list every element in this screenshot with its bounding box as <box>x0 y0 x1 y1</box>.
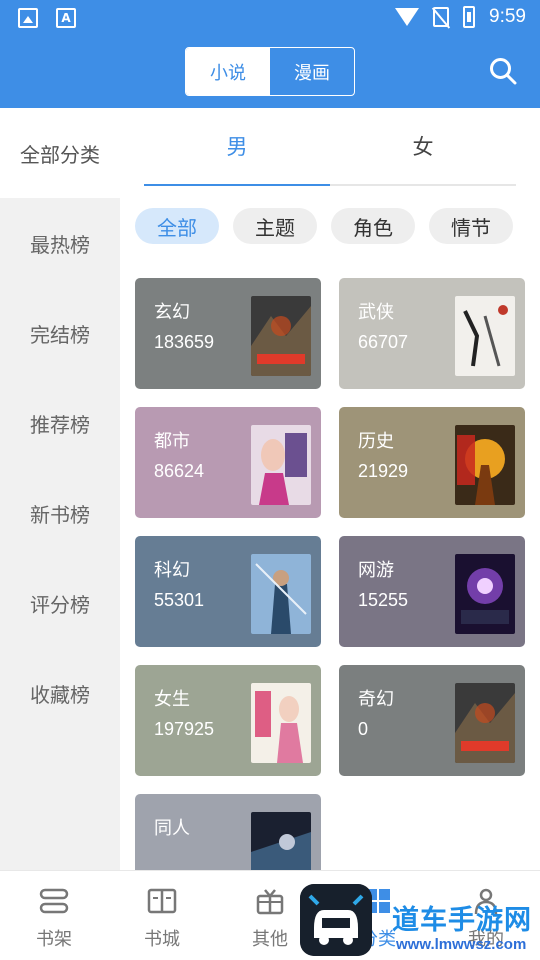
segment-novel[interactable]: 小说 <box>186 48 270 95</box>
category-count: 0 <box>358 719 369 739</box>
category-card-wuxia[interactable]: 武侠 66707 <box>339 278 525 389</box>
book-cover-image <box>455 296 515 376</box>
book-icon <box>147 888 177 914</box>
category-card-xuanhuan[interactable]: 玄幻 183659 <box>135 278 321 389</box>
chip-theme[interactable]: 主题 <box>233 208 317 244</box>
category-name: 网游 <box>358 560 394 581</box>
category-name: 奇幻 <box>358 689 394 710</box>
category-name: 同人 <box>154 818 190 839</box>
category-name: 女生 <box>154 689 190 710</box>
status-time: 9:59 <box>489 6 526 27</box>
sidebar-item-recommended[interactable]: 推荐榜 <box>0 378 120 468</box>
no-sim-icon <box>433 7 450 27</box>
battery-charging-icon <box>463 6 476 28</box>
nav-bookshelf[interactable]: 书架 <box>0 871 108 960</box>
category-count: 55301 <box>154 590 205 610</box>
category-count: 183659 <box>154 332 215 352</box>
sidebar-item-favorites[interactable]: 收藏榜 <box>0 648 120 738</box>
top-app-bar: A 9:59 小说 漫画 <box>0 0 540 108</box>
image-notification-icon <box>18 8 38 28</box>
watermark-title: 道车手游网 <box>392 905 532 936</box>
book-cover-image <box>251 812 311 870</box>
sidebar-item-rating[interactable]: 评分榜 <box>0 558 120 648</box>
tab-male[interactable]: 男 <box>144 108 330 186</box>
category-name: 都市 <box>154 431 190 452</box>
category-card-wangyou[interactable]: 网游 15255 <box>339 536 525 647</box>
watermark-logo <box>300 884 372 956</box>
book-cover-image <box>251 683 311 763</box>
book-cover-image <box>455 683 515 763</box>
nav-label: 书城 <box>144 929 180 950</box>
category-count: 15255 <box>358 590 409 610</box>
segment-comic[interactable]: 漫画 <box>270 48 354 95</box>
chip-plot[interactable]: 情节 <box>429 208 513 244</box>
category-card-dushi[interactable]: 都市 86624 <box>135 407 321 518</box>
category-card-tongren[interactable]: 同人 <box>135 794 321 870</box>
category-card-nvsheng[interactable]: 女生 197925 <box>135 665 321 776</box>
gift-icon <box>256 889 284 915</box>
filter-chips: 全部 主题 角色 情节 <box>135 208 513 244</box>
nav-label: 书架 <box>36 929 72 950</box>
book-cover-image <box>251 554 311 634</box>
sidebar-item-completed[interactable]: 完结榜 <box>0 288 120 378</box>
sidebar-item-new-books[interactable]: 新书榜 <box>0 468 120 558</box>
category-name: 武侠 <box>358 302 394 323</box>
search-icon[interactable] <box>488 56 518 86</box>
watermark: 道车手游网 www.lmwwsz.com <box>300 882 540 960</box>
book-cover-image <box>251 296 311 376</box>
category-name: 科幻 <box>154 560 190 581</box>
nav-bookstore[interactable]: 书城 <box>108 871 216 960</box>
book-cover-image <box>455 554 515 634</box>
status-bar: A 9:59 <box>0 0 540 36</box>
category-name: 玄幻 <box>154 302 190 323</box>
tab-female[interactable]: 女 <box>330 108 516 184</box>
category-count: 21929 <box>358 461 409 481</box>
sidebar-item-all-categories[interactable]: 全部分类 <box>0 108 120 198</box>
chip-all[interactable]: 全部 <box>135 208 219 244</box>
sidebar-item-hottest[interactable]: 最热榜 <box>0 198 120 288</box>
text-notification-icon: A <box>56 8 76 28</box>
gender-tabs: 男 女 <box>144 108 516 186</box>
wifi-icon <box>395 8 420 26</box>
category-card-lishi[interactable]: 历史 21929 <box>339 407 525 518</box>
category-count: 86624 <box>154 461 205 481</box>
category-name: 历史 <box>358 431 394 452</box>
category-card-kehuan[interactable]: 科幻 55301 <box>135 536 321 647</box>
category-panel: 男 女 全部 主题 角色 情节 玄幻 183659 武侠 66707 都市 86… <box>120 108 540 870</box>
book-cover-image <box>455 425 515 505</box>
ranking-sidebar: 全部分类 最热榜 完结榜 推荐榜 新书榜 评分榜 收藏榜 <box>0 108 120 870</box>
bookshelf-icon <box>39 888 69 914</box>
category-card-qihuan[interactable]: 奇幻 0 <box>339 665 525 776</box>
content-type-switch: 小说 漫画 <box>185 47 355 96</box>
chip-character[interactable]: 角色 <box>331 208 415 244</box>
category-count: 66707 <box>358 332 409 352</box>
watermark-url: www.lmwwsz.com <box>396 936 527 953</box>
category-count: 197925 <box>154 719 215 739</box>
book-cover-image <box>251 425 311 505</box>
